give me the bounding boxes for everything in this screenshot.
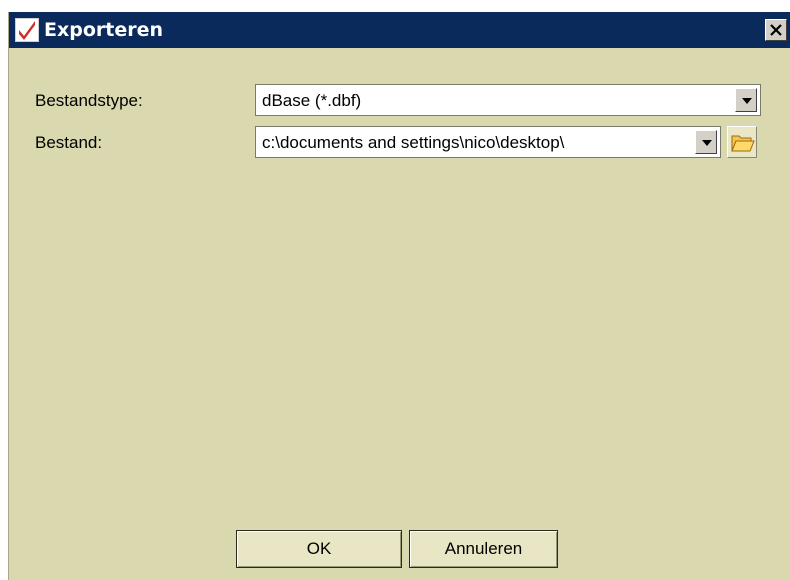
file-type-select[interactable]: dBase (*.dbf)	[255, 84, 761, 116]
close-button[interactable]	[765, 19, 787, 41]
chevron-down-icon	[702, 140, 712, 146]
file-label: Bestand:	[35, 133, 103, 152]
window-title: Exporteren	[44, 19, 164, 41]
file-path-value: c:\documents and settings\nico\desktop\	[262, 133, 565, 152]
file-path-combobox[interactable]: c:\documents and settings\nico\desktop\	[255, 126, 721, 158]
chevron-down-icon	[742, 98, 752, 104]
browse-folder-button[interactable]	[727, 126, 757, 158]
export-dialog: Exporteren Bestandstype: dBase (*.dbf) B…	[8, 12, 790, 580]
folder-open-icon	[731, 135, 755, 152]
title-bar[interactable]: Exporteren	[9, 12, 790, 48]
file-type-value: dBase (*.dbf)	[262, 91, 362, 110]
checkmark-icon	[15, 18, 39, 42]
cancel-button[interactable]: Annuleren	[409, 530, 558, 568]
file-path-dropdown-button[interactable]	[695, 130, 717, 154]
close-icon	[770, 24, 782, 36]
file-type-dropdown-button[interactable]	[735, 88, 757, 112]
file-type-label: Bestandstype:	[35, 91, 143, 110]
ok-button[interactable]: OK	[236, 530, 402, 568]
